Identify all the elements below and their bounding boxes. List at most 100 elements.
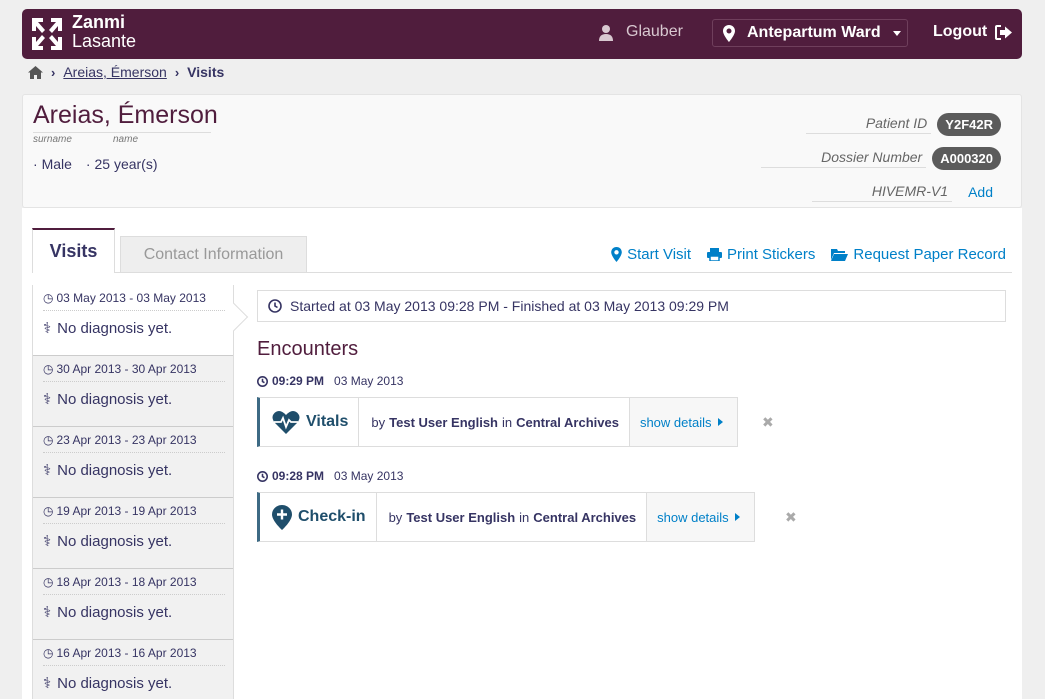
logo-line1: Zanmi [72,12,126,32]
encounter-type-label: Check-in [298,508,366,525]
visit-list-item[interactable]: ◷ 18 Apr 2013 - 18 Apr 2013 ⚕ No diagnosis… [33,569,233,640]
visit-list-item[interactable]: ◷ 16 Apr 2013 - 16 Apr 2013 ⚕ No diagnosis… [33,640,233,699]
delete-encounter-button[interactable]: ✖ [762,414,774,431]
surname-label: surname [33,134,72,145]
tab-divider [32,272,1012,273]
logo-icon [28,14,66,54]
encounter-in-label: in [501,414,513,430]
encounters-title: Encounters [257,338,359,360]
visit-list-item[interactable]: ◷ 30 Apr 2013 - 30 Apr 2013 ⚕ No diagnosis… [33,356,233,427]
map-marker-icon [611,247,622,262]
encounter-date-text: 03 May 2013 [334,374,404,388]
caret-right-icon [734,513,740,521]
visit-diagnosis-text: No diagnosis yet. [57,319,173,337]
sign-out-icon [995,24,1013,40]
encounter-by-label: by [371,414,386,430]
delete-encounter-button[interactable]: ✖ [785,509,797,526]
visit-date: ◷ 23 Apr 2013 - 23 Apr 2013 [43,433,225,453]
encounter-location: Central Archives [516,414,619,430]
patient-gender: Male [41,156,72,172]
encounter-in-label: in [519,509,530,525]
visit-diagnosis: ⚕ No diagnosis yet. [43,603,225,622]
stethoscope-icon: ⚕ [43,391,52,408]
show-details-label: show details [657,509,729,525]
visit-list-item[interactable]: ◷ 19 Apr 2013 - 19 Apr 2013 ⚕ No diagnosis… [33,498,233,569]
home-icon[interactable] [28,65,43,79]
visit-diagnosis: ⚕ No diagnosis yet. [43,674,225,693]
encounter-type: Vitals [260,398,360,446]
clock-icon [268,299,282,313]
print-stickers-button[interactable]: Print Stickers [707,246,815,263]
print-icon [707,248,723,261]
identifier-row: Dossier Number A000320 [761,141,1001,175]
visit-status-text: Started at 03 May 2013 09:28 PM - Finish… [290,298,729,314]
show-details-button[interactable]: show details [646,493,754,541]
show-details-button[interactable]: show details [628,398,737,446]
encounter-time: 09:28 PM 03 May 2013 [257,469,403,483]
visit-date: ◷ 16 Apr 2013 - 16 Apr 2013 [43,646,225,666]
logo-line2: Lasante [72,31,137,51]
logo-text: Zanmi Lasante [72,13,136,51]
patient-header: Areias, Émerson surname name · Male · 25… [22,94,1022,208]
identifier-badge: A000320 [932,146,1001,170]
name-divider [33,132,211,133]
encounter-type: Check-in [260,493,377,541]
visit-diagnosis: ⚕ No diagnosis yet. [43,390,225,409]
logout-button[interactable]: Logout [933,23,1013,41]
logout-label: Logout [933,23,988,40]
clock-icon: ◷ [43,504,54,518]
clock-icon: ◷ [43,575,54,589]
visit-date-text: 18 Apr 2013 - 18 Apr 2013 [56,575,197,589]
clock-icon: ◷ [43,291,54,305]
visit-diagnosis-text: No diagnosis yet. [57,461,173,479]
visit-date: ◷ 03 May 2013 - 03 May 2013 [43,291,225,311]
map-marker-icon [723,24,735,42]
patient-age: 25 year(s) [94,156,158,172]
stethoscope-icon: ⚕ [43,604,52,621]
stethoscope-icon: ⚕ [43,533,52,550]
clock-icon: ◷ [43,646,54,660]
add-identifier-link[interactable]: Add [968,184,993,200]
folder-open-icon [831,249,849,261]
encounter-time-text: 09:29 PM [272,374,325,388]
encounter-provider: by Test User English in Central Archives [377,493,647,541]
encounter-provider: by Test User English in Central Archives [359,398,629,446]
main-panel: Visits Contact Information Start Visit P… [22,208,1022,699]
location-selector[interactable]: Antepartum Ward [712,19,908,47]
visit-date: ◷ 30 Apr 2013 - 30 Apr 2013 [43,362,225,382]
encounter-type-label: Vitals [306,413,349,430]
breadcrumb-patient-link[interactable]: Areias, Émerson [63,64,166,80]
visit-diagnosis: ⚕ No diagnosis yet. [43,532,225,551]
identifier-badge: Y2F42R [937,112,1001,136]
visit-diagnosis-text: No diagnosis yet. [57,674,173,692]
visit-list-item[interactable]: ◷ 23 Apr 2013 - 23 Apr 2013 ⚕ No diagnosis… [33,427,233,498]
start-visit-button[interactable]: Start Visit [611,246,691,263]
encounter-time: 09:29 PM 03 May 2013 [257,374,403,388]
identifier-row: Patient ID Y2F42R [761,107,1001,141]
visit-date-text: 30 Apr 2013 - 30 Apr 2013 [56,362,197,376]
clock-icon [257,375,268,387]
request-paper-record-button[interactable]: Request Paper Record [831,246,1006,263]
map-marker-plus-icon [272,504,292,530]
gender-item: · Male [33,156,72,172]
stethoscope-icon: ⚕ [43,675,52,692]
heartbeat-icon [272,410,300,434]
caret-right-icon [717,418,723,426]
show-details-label: show details [639,414,712,430]
visit-diagnosis: ⚕ No diagnosis yet. [43,461,225,480]
visit-date-text: 16 Apr 2013 - 16 Apr 2013 [56,646,197,660]
identifier-label: Patient ID [805,115,932,134]
visit-date: ◷ 19 Apr 2013 - 19 Apr 2013 [43,504,225,524]
tab-visits[interactable]: Visits [32,228,115,273]
breadcrumb: › Areias, Émerson › Visits [28,63,224,81]
clock-icon: ◷ [43,433,54,447]
visit-diagnosis-text: No diagnosis yet. [57,390,173,408]
identifier-label: HIVEMR-V1 [811,183,953,202]
visit-list-item[interactable]: ◷ 03 May 2013 - 03 May 2013 ⚕ No diagnosis… [33,285,249,356]
age-item: · 25 year(s) [85,156,158,172]
identifier-label: Dossier Number [761,149,927,168]
visit-date: ◷ 18 Apr 2013 - 18 Apr 2013 [43,575,225,595]
encounter-by-label: by [388,509,403,525]
encounter-location: Central Archives [533,509,637,525]
tab-contact-information[interactable]: Contact Information [120,236,307,273]
